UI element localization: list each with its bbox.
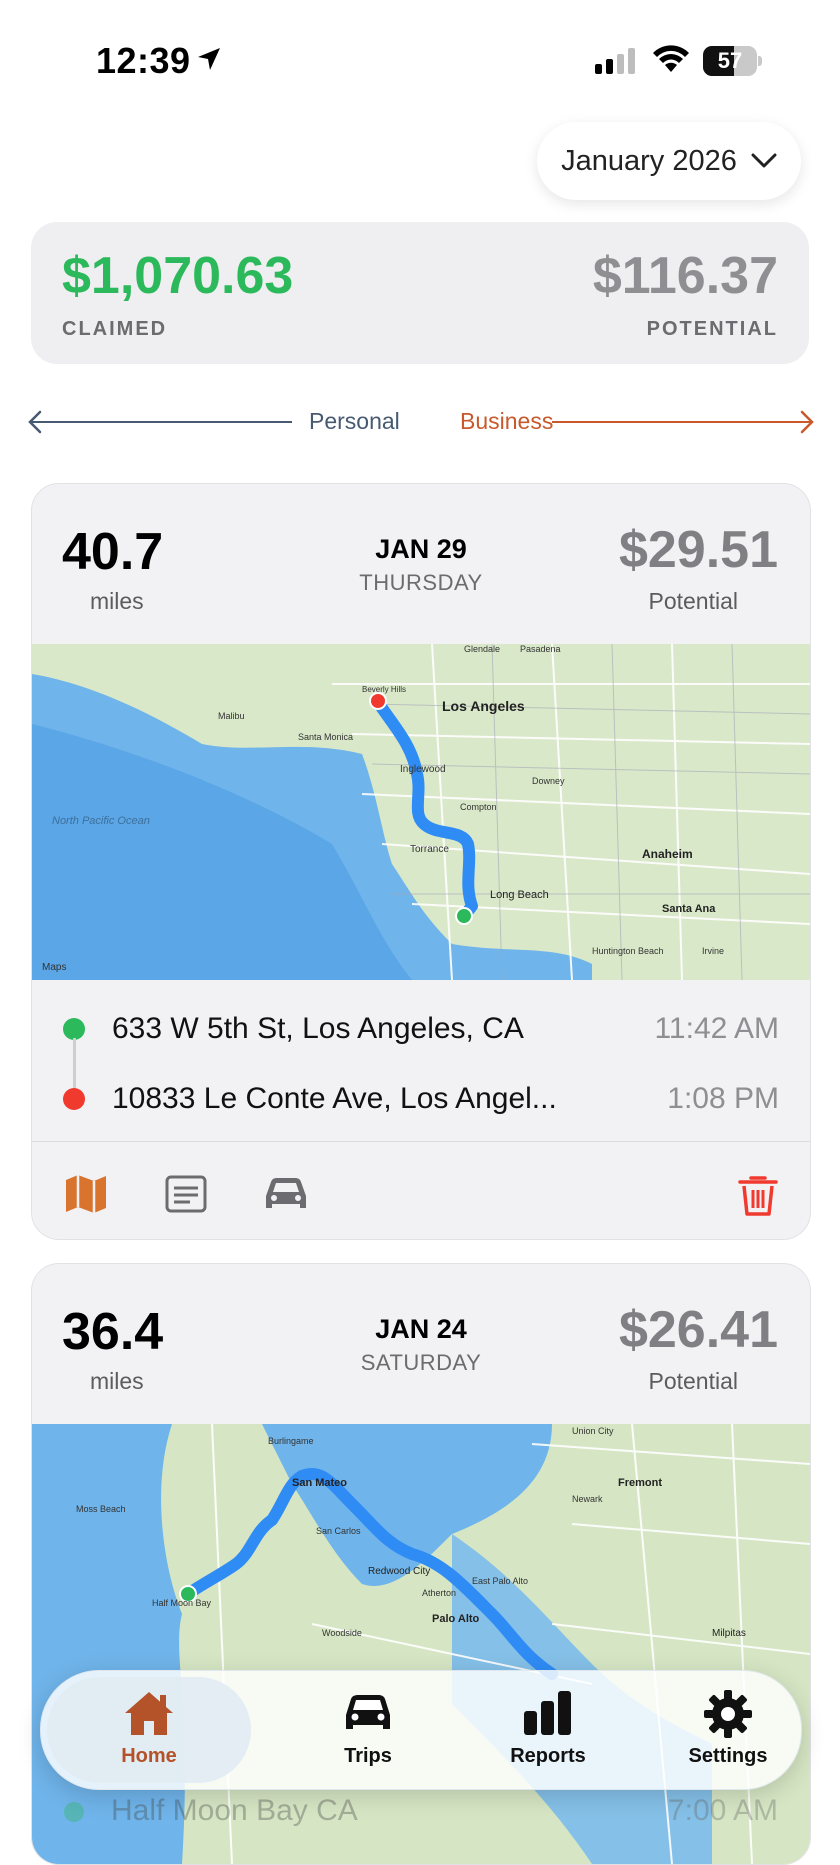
notes-button[interactable] [162,1170,214,1222]
tab-settings[interactable]: Settings [633,1671,823,1789]
claimed-label: CLAIMED [62,318,168,340]
trip-start-time: 7:00 AM [667,1794,778,1827]
home-icon [125,1692,173,1735]
trip-amount: $26.41 [618,1301,778,1359]
map-icon [66,1175,106,1213]
swipe-classification-hint: Personal Business [26,404,816,440]
map-label-place: Half Moon Bay [152,1598,212,1608]
map-label-place: Santa Ana [662,903,716,915]
trip-route-map[interactable]: Los Angeles North Pacific Ocean Santa Mo… [32,644,810,980]
vehicle-button[interactable] [260,1170,312,1222]
map-label-place: Woodside [322,1628,362,1638]
gear-icon [704,1690,752,1738]
battery-percent: 57 [717,48,743,73]
trip-start-row-peek: Half Moon Bay CA 7:00 AM [31,1790,809,1830]
map-label-place: San Mateo [292,1477,347,1489]
map-label-place: Huntington Beach [592,946,664,956]
trip-amount: $29.51 [618,521,778,579]
trip-end-row: 10833 Le Conte Ave, Los Angel... 1:08 PM [32,1070,810,1130]
chevron-down-icon [751,153,777,168]
trip-miles: 40.7 [62,523,164,581]
trip-start-address: Half Moon Bay CA [111,1794,358,1827]
trip-miles-label: miles [90,1368,144,1394]
map-label-place: Beverly Hills [362,685,406,694]
start-pin-icon [63,1018,85,1040]
tab-reports[interactable]: Reports [453,1671,643,1789]
map-label-place: East Palo Alto [472,1576,528,1586]
month-selector-label: January 2026 [561,144,737,177]
map-label-place: Atherton [422,1588,456,1598]
map-label-place: Palo Alto [432,1613,480,1625]
trip-miles-label: miles [90,588,144,614]
map-label-place: Milpitas [712,1628,746,1639]
map-label-place: Irvine [702,946,724,956]
tab-home[interactable]: Home [47,1677,251,1783]
trash-icon [738,1176,778,1216]
trip-card[interactable]: 40.7 miles JAN 29 THURSDAY $29.51 Potent… [31,483,811,1240]
map-label-place: San Carlos [316,1526,361,1536]
map-label-place: Malibu [218,711,245,721]
business-label: Business [460,408,554,434]
status-bar: 12:39 57 [0,0,840,110]
cellular-signal-icon [595,48,637,79]
map-label-place: Anaheim [642,847,693,861]
document-icon [165,1175,207,1213]
location-arrow-icon [196,46,222,77]
trip-end-time: 1:08 PM [667,1082,779,1115]
map-label-place: Newark [572,1494,603,1504]
map-label-place: Long Beach [490,889,549,901]
delete-trip-button[interactable] [734,1170,786,1222]
map-label-place: Burlingame [268,1436,314,1446]
map-label-place: Downey [532,776,565,786]
bar-chart-icon [524,1691,571,1735]
tab-trips-label: Trips [344,1745,392,1767]
tab-trips[interactable]: Trips [273,1671,463,1789]
map-label-place: Torrance [410,844,449,855]
map-label-place: Union City [572,1426,614,1436]
mileage-summary-card: $1,070.63 CLAIMED $116.37 POTENTIAL [31,222,809,364]
map-label-place: Glendale [464,644,500,654]
divider [32,1141,810,1142]
start-pin-icon [64,1802,84,1822]
map-label-ocean: North Pacific Ocean [52,815,150,827]
tab-home-label: Home [121,1745,177,1767]
claimed-amount: $1,070.63 [62,247,294,305]
trip-weekday: SATURDAY [360,1350,482,1375]
map-label-place: Inglewood [400,764,446,775]
trip-date: JAN 24 [375,1314,467,1344]
map-label-place: Redwood City [368,1566,430,1577]
trip-end-address: 10833 Le Conte Ave, Los Angel... [112,1082,557,1115]
map-label-place: Fremont [618,1477,662,1489]
arrow-right-icon [552,410,814,434]
month-selector[interactable]: January 2026 [537,122,801,200]
trip-amount-label: Potential [648,588,738,614]
map-button[interactable] [62,1170,114,1222]
map-label-city: Los Angeles [442,698,525,714]
trip-miles: 36.4 [62,1303,164,1361]
map-label-place: Pasadena [520,644,561,654]
car-icon [346,1695,390,1729]
tab-bar: Home Trips Reports Settings [40,1670,802,1790]
trip-start-address: 633 W 5th St, Los Angeles, CA [112,1012,524,1045]
map-label-place: Santa Monica [298,732,353,742]
arrow-left-icon [28,410,292,434]
trip-start-row: 633 W 5th St, Los Angeles, CA 11:42 AM [32,1000,810,1060]
map-attribution: Maps [42,962,66,973]
tab-reports-label: Reports [510,1745,586,1767]
map-label-place: Compton [460,802,497,812]
end-pin-icon [63,1088,85,1110]
wifi-icon [652,44,690,79]
potential-amount: $116.37 [592,247,778,305]
tab-settings-label: Settings [688,1745,768,1767]
battery-icon: 57 [703,46,762,76]
car-icon [266,1178,306,1208]
trip-weekday: THURSDAY [359,570,483,595]
personal-label: Personal [309,408,400,434]
trip-amount-label: Potential [648,1368,738,1394]
status-time: 12:39 [96,40,191,81]
trip-date: JAN 29 [375,534,467,564]
map-label-place: Moss Beach [76,1504,126,1514]
potential-label: POTENTIAL [646,318,778,340]
trip-start-time: 11:42 AM [654,1012,779,1045]
